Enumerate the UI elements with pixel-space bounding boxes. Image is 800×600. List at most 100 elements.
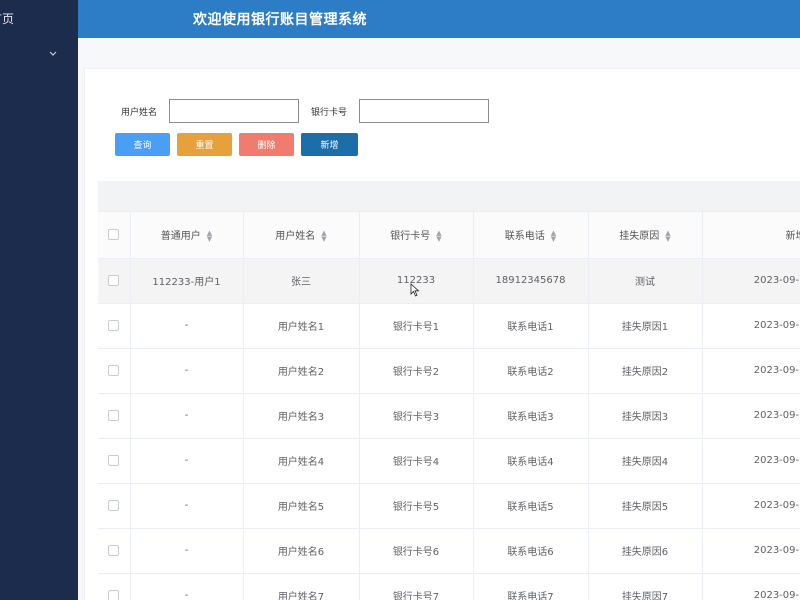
reset-button[interactable]: 重置 bbox=[177, 133, 232, 156]
chevron-down-icon[interactable] bbox=[48, 49, 58, 59]
table-cell: 联系电话6 bbox=[473, 528, 589, 574]
table-cell: 挂失原因4 bbox=[588, 438, 703, 484]
mouse-cursor-icon bbox=[410, 283, 420, 297]
select-all-checkbox[interactable] bbox=[108, 229, 120, 240]
row-select-cell bbox=[98, 483, 131, 529]
row-checkbox[interactable] bbox=[108, 454, 120, 466]
table-cell: 挂失原因2 bbox=[588, 348, 703, 394]
table-cell: 银行卡号3 bbox=[359, 393, 474, 439]
table-cell: 用户姓名3 bbox=[243, 393, 360, 439]
table-cell: 银行卡号5 bbox=[359, 483, 474, 529]
table-cell: 2023-09-1 bbox=[702, 483, 800, 529]
row-select-cell bbox=[98, 393, 131, 439]
row-checkbox[interactable] bbox=[108, 499, 120, 511]
row-select-cell bbox=[98, 348, 131, 394]
table-row[interactable]: -用户姓名3银行卡号3联系电话3挂失原因32023-09-1 bbox=[98, 393, 800, 439]
card-number-input[interactable] bbox=[359, 99, 490, 123]
table-cell: - bbox=[130, 438, 244, 484]
table-cell: 银行卡号1 bbox=[359, 303, 474, 349]
table-row[interactable]: -用户姓名6银行卡号6联系电话6挂失原因62023-09-1 bbox=[98, 528, 800, 574]
row-select-cell bbox=[98, 258, 131, 304]
sort-icon[interactable]: ▲ ▼ bbox=[207, 230, 212, 243]
table-cell: 2023-09-1 bbox=[702, 348, 800, 394]
sort-icon[interactable]: ▲ ▼ bbox=[436, 230, 441, 243]
column-header[interactable]: 用户姓名 ▲ ▼ bbox=[243, 212, 360, 259]
table-cell: 用户姓名4 bbox=[243, 438, 360, 484]
action-buttons: 查询 重置 删除 新增 bbox=[115, 133, 365, 156]
row-checkbox[interactable] bbox=[108, 544, 120, 556]
table-cell: 用户姓名7 bbox=[243, 573, 360, 600]
table-cell: 联系电话3 bbox=[473, 393, 589, 439]
table-cell: 挂失原因3 bbox=[588, 393, 703, 439]
search-form: 用户姓名 银行卡号 bbox=[121, 99, 501, 123]
row-select-cell bbox=[98, 303, 131, 349]
table-header-row: 普通用户▲▼ 用户姓名▲▼ 银行卡号▲▼ 联系电话▲▼ 挂失原因▲▼ 新增 bbox=[98, 212, 800, 259]
table-cell: 联系电话7 bbox=[473, 573, 589, 600]
row-checkbox[interactable] bbox=[108, 409, 120, 421]
table-toolbar bbox=[98, 181, 800, 212]
content-panel: 用户姓名 银行卡号 查询 重置 删除 新增 普通用户 ▲ ▼ 用户姓名 ▲ ▼ … bbox=[84, 68, 800, 600]
row-select-cell bbox=[98, 528, 131, 574]
sidebar-item-home[interactable]: 首页 bbox=[0, 10, 14, 27]
table-row[interactable]: -用户姓名4银行卡号4联系电话4挂失原因42023-09-1 bbox=[98, 438, 800, 484]
table-cell: 用户姓名1 bbox=[243, 303, 360, 349]
table-cell: 用户姓名6 bbox=[243, 528, 360, 574]
data-table: 普通用户▲▼ 用户姓名▲▼ 银行卡号▲▼ 联系电话▲▼ 挂失原因▲▼ 新增 11… bbox=[98, 181, 800, 600]
username-label: 用户姓名 bbox=[121, 107, 158, 118]
row-checkbox[interactable] bbox=[108, 364, 120, 376]
add-button[interactable]: 新增 bbox=[301, 133, 358, 156]
column-header[interactable]: 新增 bbox=[702, 212, 800, 259]
table-cell: 112233-用户1 bbox=[130, 258, 244, 304]
table-cell: 联系电话1 bbox=[473, 303, 589, 349]
table-row[interactable]: -用户姓名5银行卡号5联系电话5挂失原因52023-09-1 bbox=[98, 483, 800, 529]
row-checkbox[interactable] bbox=[108, 589, 120, 600]
table-cell: - bbox=[130, 573, 244, 600]
table-cell: 2023-09-1 bbox=[702, 393, 800, 439]
table-row[interactable]: 112233-用户1张三11223318912345678测试2023-09-1 bbox=[98, 258, 800, 304]
column-header[interactable]: 普通用户 ▲ ▼ bbox=[130, 212, 244, 259]
table-cell: 银行卡号7 bbox=[359, 573, 474, 600]
table-cell: 挂失原因1 bbox=[588, 303, 703, 349]
table-cell: 银行卡号2 bbox=[359, 348, 474, 394]
row-checkbox[interactable] bbox=[108, 274, 120, 286]
column-header[interactable]: 联系电话 ▲ ▼ bbox=[473, 212, 589, 259]
table-cell: 2023-09-1 bbox=[702, 303, 800, 349]
sort-icon[interactable]: ▲ ▼ bbox=[551, 230, 556, 243]
card-number-label: 银行卡号 bbox=[311, 107, 348, 118]
sort-icon[interactable]: ▲ ▼ bbox=[665, 230, 670, 243]
table-cell: 2023-09-1 bbox=[702, 438, 800, 484]
table-row[interactable]: -用户姓名1银行卡号1联系电话1挂失原因12023-09-1 bbox=[98, 303, 800, 349]
table-cell: 联系电话5 bbox=[473, 483, 589, 529]
username-input[interactable] bbox=[169, 99, 300, 123]
sidebar: 首页 bbox=[0, 0, 78, 600]
table-cell: 2023-09-1 bbox=[702, 573, 800, 600]
sidebar-item-label: 首页 bbox=[0, 12, 15, 26]
query-button[interactable]: 查询 bbox=[115, 133, 170, 156]
row-select-cell bbox=[98, 438, 131, 484]
table-cell: - bbox=[130, 348, 244, 394]
column-header[interactable]: 挂失原因 ▲ ▼ bbox=[588, 212, 703, 259]
table-cell: 2023-09-1 bbox=[702, 258, 800, 304]
table-cell: 18912345678 bbox=[473, 258, 589, 304]
table-cell: 张三 bbox=[243, 258, 360, 304]
table-row[interactable]: -用户姓名7银行卡号7联系电话7挂失原因72023-09-1 bbox=[98, 573, 800, 600]
page-title: 欢迎使用银行账目管理系统 bbox=[193, 12, 367, 28]
top-header: 欢迎使用银行账目管理系统 bbox=[78, 0, 800, 38]
table-cell: 银行卡号6 bbox=[359, 528, 474, 574]
table-cell: - bbox=[130, 528, 244, 574]
column-header[interactable]: 银行卡号 ▲ ▼ bbox=[359, 212, 474, 259]
table-cell: - bbox=[130, 303, 244, 349]
row-select-cell bbox=[98, 573, 131, 600]
sort-icon[interactable]: ▲ ▼ bbox=[321, 230, 326, 243]
main-content: 用户姓名 银行卡号 查询 重置 删除 新增 普通用户 ▲ ▼ 用户姓名 ▲ ▼ … bbox=[78, 38, 800, 600]
row-checkbox[interactable] bbox=[108, 319, 120, 331]
select-all-cell bbox=[98, 212, 131, 259]
delete-button[interactable]: 删除 bbox=[239, 133, 294, 156]
table-cell: 用户姓名2 bbox=[243, 348, 360, 394]
table-cell: 测试 bbox=[588, 258, 703, 304]
table-cell: - bbox=[130, 393, 244, 439]
table-cell: 银行卡号4 bbox=[359, 438, 474, 484]
table-cell: 联系电话4 bbox=[473, 438, 589, 484]
table-row[interactable]: -用户姓名2银行卡号2联系电话2挂失原因22023-09-1 bbox=[98, 348, 800, 394]
table-cell: 挂失原因7 bbox=[588, 573, 703, 600]
